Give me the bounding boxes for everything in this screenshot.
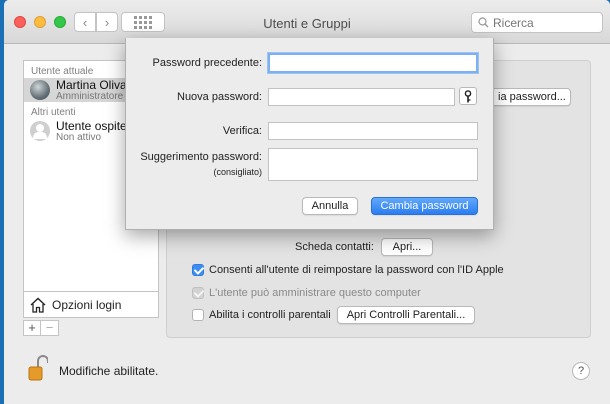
help-button[interactable]: ? xyxy=(572,362,590,380)
user-name: Martina Oliva xyxy=(56,77,127,92)
user-role: Amministratore xyxy=(56,90,124,102)
search-icon xyxy=(478,17,489,28)
open-contact-button[interactable]: Apri... xyxy=(381,238,433,256)
login-options-item[interactable]: Opzioni login xyxy=(24,291,158,317)
unlocked-padlock-icon[interactable] xyxy=(28,355,48,381)
users-groups-window: ‹ › Utenti e Gruppi Utente attuale Marti… xyxy=(4,0,610,404)
change-password-sheet: Password precedente: Nuova password: Ver… xyxy=(125,38,494,230)
hint-sublabel: (consigliato) xyxy=(213,167,262,177)
avatar xyxy=(30,80,50,100)
parental-controls-label: Abilita i controlli parentali xyxy=(209,309,331,321)
key-icon xyxy=(464,89,472,102)
lock-status-text: Modifiche abilitate. xyxy=(59,364,159,378)
admin-checkbox[interactable] xyxy=(192,287,204,299)
user-name: Utente ospite xyxy=(56,118,127,133)
admin-label: L'utente può amministrare questo compute… xyxy=(209,287,421,299)
cancel-button[interactable]: Annulla xyxy=(302,197,358,215)
verify-label: Verifica: xyxy=(222,125,262,137)
parental-controls-checkbox[interactable] xyxy=(192,309,204,321)
remove-user-button[interactable]: − xyxy=(41,320,59,336)
verify-password-field[interactable] xyxy=(268,122,478,140)
search-input[interactable] xyxy=(493,15,593,30)
add-user-button[interactable]: + xyxy=(23,320,41,336)
hint-label: Suggerimento password: xyxy=(140,151,262,163)
open-parental-controls-button[interactable]: Apri Controlli Parentali... xyxy=(337,306,475,324)
new-password-label: Nuova password: xyxy=(177,91,262,103)
password-hint-field[interactable] xyxy=(268,148,478,181)
password-assistant-button[interactable] xyxy=(459,87,477,105)
house-icon xyxy=(30,297,46,313)
allow-reset-checkbox[interactable] xyxy=(192,264,204,276)
confirm-change-password-button[interactable]: Cambia password xyxy=(371,197,478,215)
contacts-label: Scheda contatti: xyxy=(295,241,374,253)
user-role: Non attivo xyxy=(56,131,102,143)
new-password-field[interactable] xyxy=(268,88,455,106)
old-password-field[interactable] xyxy=(268,53,478,73)
change-password-button[interactable]: ia password... xyxy=(485,88,571,106)
search-box[interactable] xyxy=(471,12,603,33)
old-password-label: Password precedente: xyxy=(152,57,262,69)
add-remove-controls: + − xyxy=(23,320,59,336)
guest-avatar-icon xyxy=(30,121,50,141)
allow-reset-label: Consenti all'utente di reimpostare la pa… xyxy=(209,264,504,276)
login-options-label: Opzioni login xyxy=(52,297,122,312)
